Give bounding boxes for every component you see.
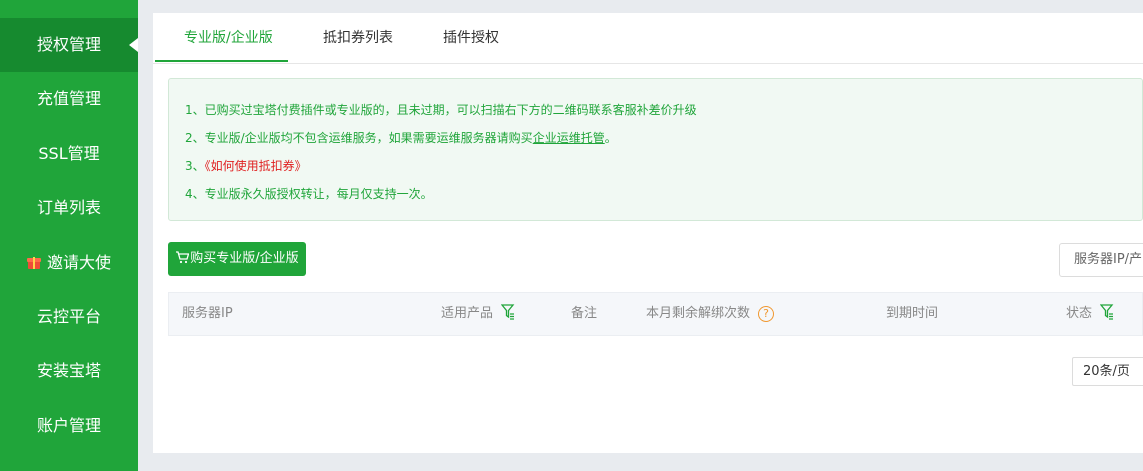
sidebar-item-orders[interactable]: 订单列表 (0, 181, 138, 235)
sidebar-item-label: 安装宝塔 (36, 361, 101, 380)
tab-active-indicator (155, 60, 288, 62)
tab-pro-enterprise[interactable]: 专业版/企业版 (184, 13, 273, 63)
sidebar-item-install[interactable]: 安装宝塔 (0, 344, 138, 398)
sidebar-item-recharge[interactable]: 充值管理 (0, 72, 138, 126)
notice-line-4: 4、专业版永久版授权转让，每月仅支持一次。 (185, 187, 433, 201)
page-size-select[interactable]: 20条/页 (1072, 357, 1143, 386)
col-status-label: 状态 (1066, 306, 1093, 321)
col-product-label: 适用产品 (441, 306, 494, 321)
sidebar-item-ssl[interactable]: SSL管理 (0, 127, 138, 181)
help-icon[interactable]: ? (758, 306, 775, 322)
tab-bar: 专业版/企业版 抵扣券列表 插件授权 (153, 13, 1143, 64)
sidebar-item-label: 邀请大使 (46, 253, 111, 272)
gift-icon (26, 255, 41, 269)
col-remark: 备注 (571, 306, 598, 321)
buy-pro-button[interactable]: 购买专业版/企业版 (168, 242, 306, 276)
col-server-ip: 服务器IP (182, 306, 233, 321)
notice-line-3-prefix: 3、 (185, 159, 205, 173)
sidebar-item-label: SSL管理 (38, 144, 100, 163)
notice-box: 1、已购买过宝塔付费插件或专业版的，且未过期，可以扫描右下方的二维码联系客服补差… (168, 78, 1143, 221)
filter-icon[interactable] (501, 304, 515, 320)
sidebar-item-label: 云控平台 (36, 307, 101, 326)
coupon-howto-link[interactable]: 《如何使用抵扣券》 (205, 159, 307, 173)
notice-line-2-end: 。 (604, 131, 617, 145)
sidebar-item-invite[interactable]: 邀请大使 (0, 236, 138, 290)
main-panel: 专业版/企业版 抵扣券列表 插件授权 1、已购买过宝塔付费插件或专业版的，且未过… (153, 13, 1143, 453)
sidebar-item-label: 授权管理 (36, 35, 101, 54)
table-header: 服务器IP 适用产品 备注 本月剩余解绑次数? 到期时间 状态 (168, 292, 1143, 336)
notice-line-3: 3、《如何使用抵扣券》 (185, 157, 307, 174)
page-size-value: 20条/页 (1083, 364, 1130, 379)
sidebar-item-account[interactable]: 账户管理 (0, 399, 138, 453)
sidebar-item-label: 充值管理 (36, 89, 101, 108)
notice-line-2: 2、专业版/企业版均不包含运维服务，如果需要运维服务器请购买企业运维托管。 (185, 129, 617, 146)
filter-icon[interactable] (1100, 304, 1114, 320)
active-arrow-icon (129, 38, 138, 52)
col-unbind-count: 本月剩余解绑次数? (646, 293, 775, 335)
notice-line-1: 1、已购买过宝塔付费插件或专业版的，且未过期，可以扫描右下方的二维码联系客服补差… (185, 103, 697, 117)
managed-ops-link[interactable]: 企业运维托管 (533, 131, 605, 145)
sidebar: 授权管理 充值管理 SSL管理 订单列表 邀请大使 云控平台 安装宝塔 账户管理 (0, 0, 138, 471)
tab-plugin-auth[interactable]: 插件授权 (443, 13, 499, 63)
buy-button-label: 购买专业版/企业版 (190, 251, 299, 266)
notice-line-2-text: 2、专业版/企业版均不包含运维服务，如果需要运维服务器请购买 (185, 131, 533, 145)
cart-icon (176, 251, 190, 264)
sidebar-item-auth[interactable]: 授权管理 (0, 18, 138, 72)
sidebar-item-label: 账户管理 (36, 416, 101, 435)
col-status: 状态 (1066, 293, 1114, 335)
col-product: 适用产品 (441, 293, 515, 335)
sidebar-item-cloud[interactable]: 云控平台 (0, 290, 138, 344)
col-unbind-label: 本月剩余解绑次数 (646, 306, 751, 321)
col-expiry: 到期时间 (886, 306, 939, 321)
sidebar-item-label: 订单列表 (36, 198, 101, 217)
search-input[interactable]: 服务器IP/产 (1059, 243, 1143, 277)
tab-coupons[interactable]: 抵扣券列表 (323, 13, 393, 63)
search-placeholder: 服务器IP/产 (1074, 252, 1143, 267)
